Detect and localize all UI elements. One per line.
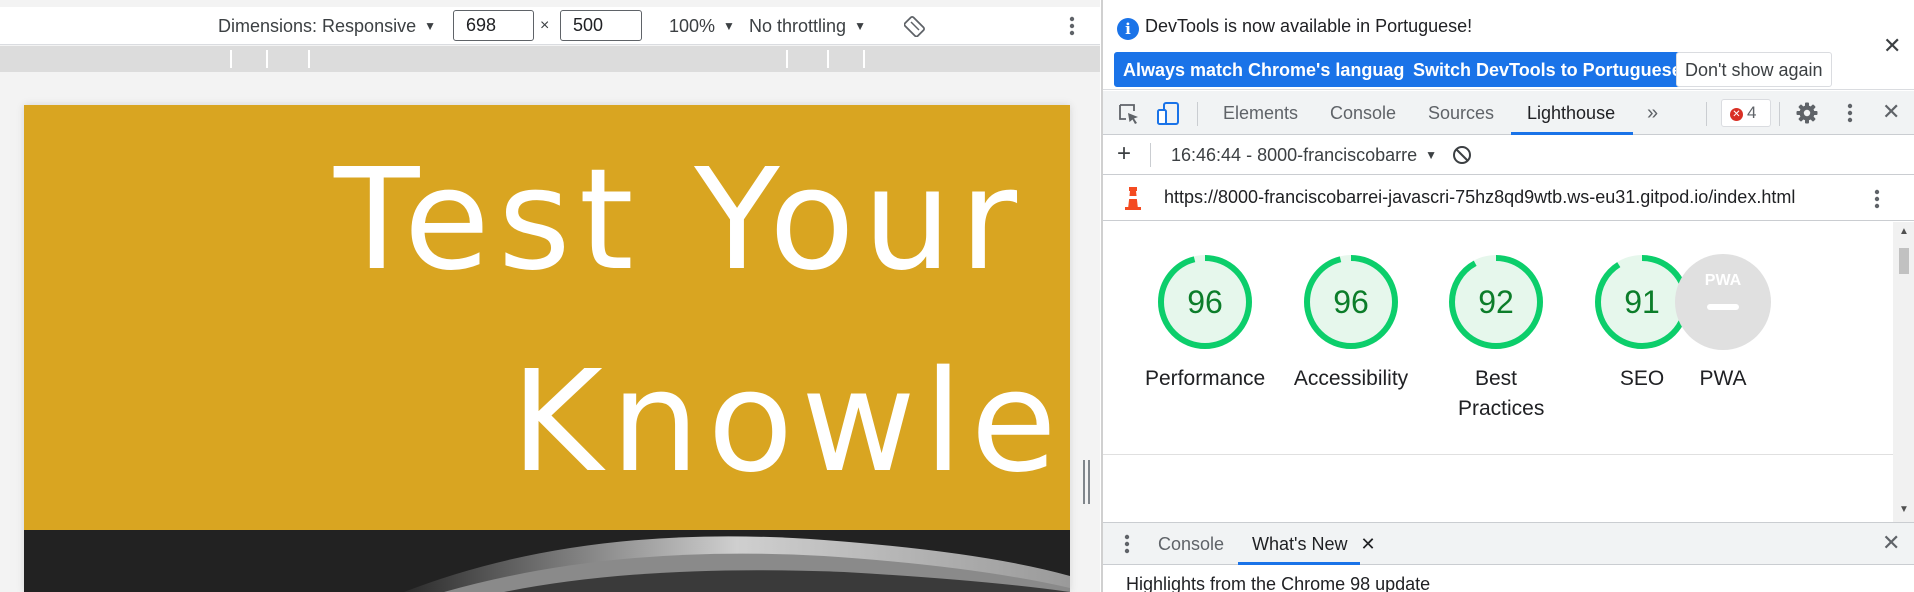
report-scrollbar[interactable]: ▲ ▼ [1893,222,1914,522]
more-vert-icon[interactable] [1873,187,1881,216]
hero-title-line-2: Knowledg [511,341,1070,504]
rotate-icon[interactable] [903,15,926,42]
device-toolbar: Dimensions: Responsive ▼ × 100% ▼ No throt… [0,7,1100,45]
gauge-performance[interactable]: 96 Performance [1145,252,1265,394]
inspect-element-icon[interactable] [1117,102,1141,131]
gauge-score: 96 [1333,284,1369,320]
hero-title-line-1: Test Your M [334,139,1070,302]
drawer-tab-whats-new[interactable]: What's New ✕ [1252,523,1376,565]
devtools-drawer: Console What's New ✕ ✕ Highlights from t… [1103,522,1914,592]
dimensions-dropdown[interactable]: Dimensions: Responsive ▼ [218,7,436,45]
scroll-down-icon[interactable]: ▼ [1899,504,1909,515]
lighthouse-toolbar: + 16:46:44 - 8000-franciscobarre ▼ [1103,135,1914,175]
ruler-tick [827,50,829,68]
pwa-icon: PWA [1675,254,1771,350]
throttling-dropdown[interactable]: No throttling ▼ [749,7,866,45]
close-icon[interactable]: ✕ [1360,534,1375,554]
zoom-dropdown[interactable]: 100% ▼ [669,7,735,45]
devtools-panel: i DevTools is now available in Portugues… [1103,0,1914,592]
close-icon[interactable]: ✕ [1882,99,1900,125]
pwa-badge-text: PWA [1705,272,1742,289]
more-vert-icon[interactable] [1123,532,1131,561]
gauge-accessibility[interactable]: 96 Accessibility [1291,252,1411,394]
device-height-input[interactable] [560,10,642,41]
close-icon[interactable]: ✕ [1882,530,1900,556]
tab-lighthouse[interactable]: Lighthouse [1527,91,1615,135]
ruler-tick [308,50,310,68]
report-selector[interactable]: 16:46:44 - 8000-franciscobarre ▼ [1171,135,1437,175]
device-width-input[interactable] [453,10,534,41]
add-icon[interactable]: + [1117,140,1131,168]
device-emulation-pane: Dimensions: Responsive ▼ × 100% ▼ No throt… [0,0,1100,592]
close-icon[interactable]: ✕ [1883,33,1901,59]
lighthouse-logo-icon [1123,185,1143,216]
drawer-tabbar: Console What's New ✕ ✕ [1103,523,1914,565]
tab-separator [1706,102,1707,126]
lighthouse-report: 96 Performance 96 Accessibility 92 Best Pract… [1103,222,1914,522]
scroll-thumb[interactable] [1899,248,1909,274]
error-counter[interactable]: ✕ 4 [1721,99,1771,127]
always-match-language-button[interactable]: Always match Chrome's language [1114,52,1424,87]
tab-console[interactable]: Console [1330,91,1396,135]
caret-down-icon: ▼ [723,19,735,33]
block-icon[interactable] [1452,145,1472,170]
gauge-pwa[interactable]: PWA PWA [1663,252,1783,394]
ruler-tick [266,50,268,68]
gauge-label: Accessibility [1293,367,1409,390]
resize-handle[interactable] [1082,460,1092,504]
more-vert-icon[interactable] [1068,14,1076,43]
zoom-label: 100% [669,16,716,36]
tab-elements[interactable]: Elements [1223,91,1298,135]
scroll-up-icon[interactable]: ▲ [1899,226,1909,237]
info-icon: i [1117,18,1139,40]
infobar-message: DevTools is now available in Portuguese! [1145,16,1473,36]
error-count: 4 [1747,103,1757,122]
hero-banner: Test Your M Knowledg [24,105,1070,530]
caret-down-icon: ▼ [424,19,436,33]
times-sign: × [540,17,550,34]
tab-sources[interactable]: Sources [1428,91,1494,135]
switch-to-portuguese-button[interactable]: Switch DevTools to Portuguese [1404,52,1691,87]
language-infobar: i DevTools is now available in Portugues… [1103,0,1914,90]
gauge-label: PWA [1699,367,1747,390]
gauge-best-practices[interactable]: 92 Best Practices [1436,252,1556,424]
ruler-tick [230,50,232,68]
gauge-label: Best Practices [1458,367,1545,420]
report-selector-label: 16:46:44 - 8000-franciscobarre [1171,145,1418,165]
gauge-label: Performance [1145,367,1266,390]
report-divider [1103,454,1893,455]
ruler-tick [863,50,865,68]
throttling-label: No throttling [749,16,847,36]
gauge-score: 92 [1478,284,1514,320]
emulated-page: Test Your M Knowledg [24,105,1070,592]
more-tabs-icon[interactable]: » [1647,91,1658,135]
report-url-bar: https://8000-franciscobarrei-javascri-75… [1103,176,1914,221]
dimensions-label: Dimensions: Responsive [218,16,417,36]
active-tab-indicator [1238,562,1360,565]
tab-separator [1779,102,1780,126]
ruler-tick [786,50,788,68]
gauge-score: 96 [1187,284,1223,320]
report-url[interactable]: https://8000-franciscobarrei-javascri-75… [1164,187,1795,208]
dont-show-again-button[interactable]: Don't show again [1676,52,1832,87]
error-icon: ✕ [1730,108,1743,121]
whats-new-headline: Highlights from the Chrome 98 update [1126,574,1431,592]
more-vert-icon[interactable] [1846,101,1854,130]
caret-down-icon: ▼ [854,19,866,33]
media-query-ruler[interactable] [0,46,1100,72]
settings-gear-icon[interactable] [1795,101,1819,130]
caret-down-icon: ▼ [1425,148,1438,162]
tab-separator [1197,102,1198,126]
drawer-tab-console[interactable]: Console [1158,523,1224,565]
hero-photo [24,530,1070,592]
toolbar-separator [1150,143,1151,167]
device-toggle-icon[interactable] [1156,101,1182,132]
devtools-main-tabbar: Elements Console Sources Lighthouse » ✕ 4… [1103,91,1914,135]
drawer-tab-whats-new-label: What's New [1252,534,1348,554]
